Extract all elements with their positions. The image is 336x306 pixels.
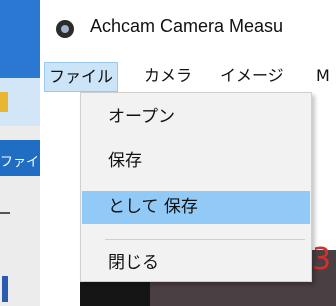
menu-separator: [105, 239, 305, 240]
folder-icon: [0, 92, 8, 112]
measurement-text: 3: [312, 242, 332, 277]
background-window-titlebar: [0, 0, 40, 78]
background-window-label: ファイ: [0, 155, 40, 170]
menu-more[interactable]: M: [312, 62, 334, 92]
title-bar[interactable]: Achcam Camera Measu: [40, 0, 336, 52]
menu-file[interactable]: ファイル: [44, 62, 119, 92]
dash-icon: [0, 212, 10, 214]
menu-item-open[interactable]: オープン: [82, 101, 310, 134]
menu-camera[interactable]: カメラ: [140, 62, 196, 92]
file-menu-dropdown: オープン 保存 として 保存 閉じる: [80, 92, 312, 282]
menu-item-close[interactable]: 閉じる: [82, 247, 310, 280]
background-window: ファイ: [0, 0, 40, 306]
menu-item-save-as[interactable]: として 保存: [82, 191, 310, 224]
menu-image[interactable]: イメージ: [216, 62, 288, 92]
background-window-marker: [2, 276, 8, 302]
camera-app-icon[interactable]: [56, 20, 74, 38]
menu-bar: ファイル カメラ イメージ M: [40, 62, 336, 92]
window-title: Achcam Camera Measu: [90, 16, 284, 36]
menu-item-save[interactable]: 保存: [82, 145, 310, 178]
